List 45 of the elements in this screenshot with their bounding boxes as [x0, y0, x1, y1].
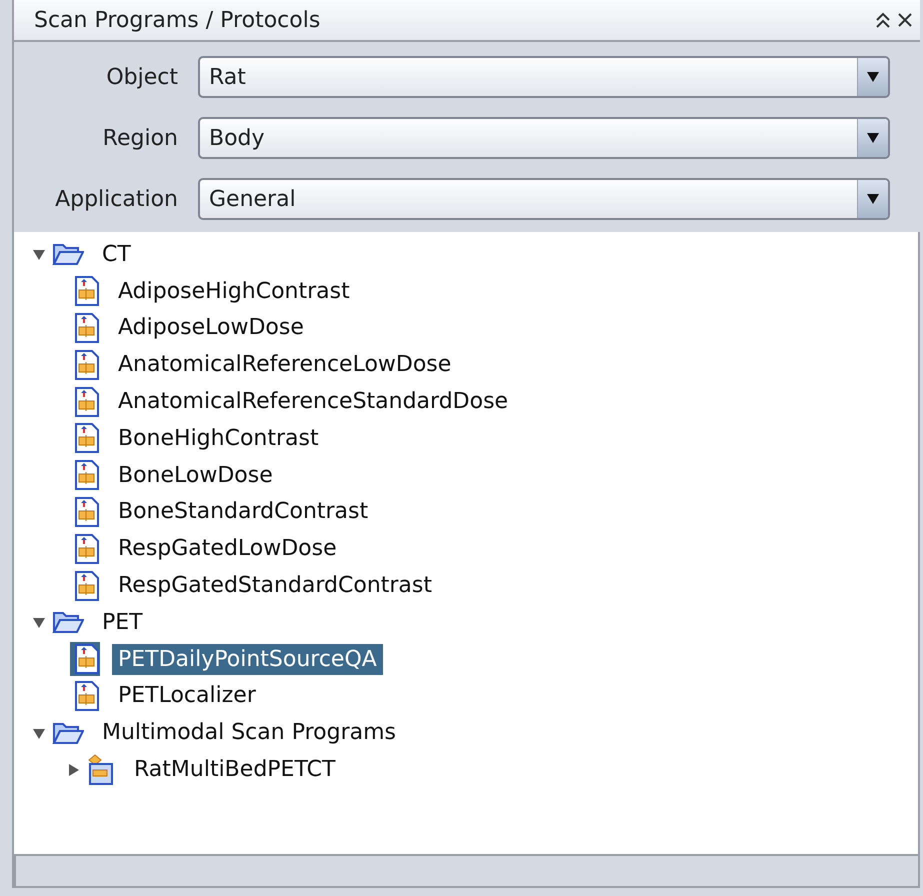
- tree-item[interactable]: RespGatedLowDose: [112, 533, 343, 564]
- document-icon: [74, 534, 100, 564]
- tree-item[interactable]: BoneLowDose: [112, 460, 279, 491]
- tree-item[interactable]: CT: [96, 238, 137, 270]
- document-icon: [74, 312, 100, 343]
- tree-item[interactable]: RespGatedStandardContrast: [112, 570, 438, 602]
- tree-item[interactable]: AdiposeLowDose: [112, 312, 310, 344]
- collapsed-arrow-icon[interactable]: [66, 762, 80, 777]
- document-icon: [74, 423, 100, 454]
- collapse-icon[interactable]: [874, 11, 892, 29]
- tree-item[interactable]: BoneHighContrast: [112, 422, 325, 454]
- dropdown-arrow-icon[interactable]: [866, 71, 880, 83]
- document-icon: [74, 350, 100, 380]
- document-icon: [74, 570, 100, 601]
- field-label: Region: [102, 126, 179, 150]
- panel-title: Scan Programs / Protocols: [34, 8, 322, 32]
- tree-item[interactable]: BoneStandardContrast: [112, 496, 374, 528]
- document-icon: [74, 276, 100, 306]
- expanded-arrow-icon[interactable]: [32, 615, 46, 630]
- dropdown-arrow-icon[interactable]: [866, 193, 880, 205]
- dropdown[interactable]: Body: [198, 117, 890, 159]
- dropdown[interactable]: General: [198, 178, 890, 220]
- tree-item[interactable]: PETLocalizer: [112, 680, 262, 712]
- tree-item[interactable]: AnatomicalReferenceLowDose: [112, 349, 458, 380]
- tree-item[interactable]: PET: [96, 606, 149, 638]
- folder-icon: [52, 610, 84, 634]
- stacked-document-icon: [86, 754, 116, 786]
- dropdown[interactable]: Rat: [198, 56, 890, 98]
- close-icon[interactable]: [896, 11, 914, 29]
- document-icon: [74, 460, 100, 490]
- folder-icon: [52, 720, 84, 745]
- field-label: Application: [54, 186, 179, 212]
- document-icon: [74, 496, 100, 527]
- folder-icon: [52, 242, 84, 266]
- document-icon: [74, 644, 100, 674]
- tree-item[interactable]: RatMultiBedPETCT: [128, 754, 342, 786]
- expanded-arrow-icon[interactable]: [32, 247, 46, 262]
- document-icon: [74, 386, 100, 417]
- tree-item[interactable]: PETDailyPointSourceQA: [112, 644, 383, 675]
- field-label: Object: [105, 64, 179, 90]
- tree-item[interactable]: Multimodal Scan Programs: [96, 717, 402, 748]
- dropdown-arrow-icon[interactable]: [866, 132, 880, 144]
- document-icon: [74, 680, 100, 711]
- tree-item[interactable]: AnatomicalReferenceStandardDose: [112, 386, 514, 418]
- tree-item[interactable]: AdiposeHighContrast: [112, 276, 356, 307]
